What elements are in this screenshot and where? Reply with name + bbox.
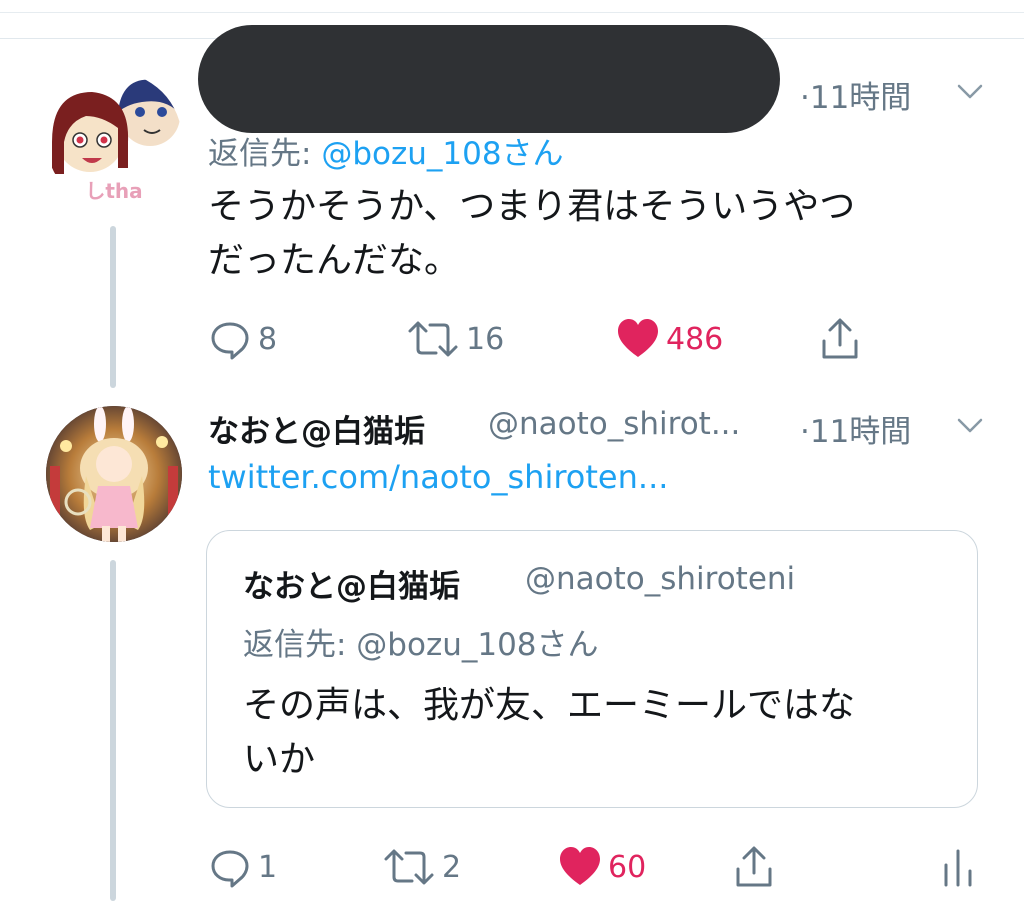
display-name[interactable]: なおと@白猫垢	[208, 406, 425, 451]
tweet-text: そうかそうか、つまり君はそういうやつ だったんだな。	[208, 186, 856, 281]
redacted-name	[198, 25, 780, 133]
thread-line-1	[110, 226, 116, 388]
reply-button[interactable]: 1	[208, 842, 277, 892]
like-count: 486	[666, 321, 724, 357]
reply-icon	[211, 322, 249, 360]
reply-mention-link[interactable]: @bozu_108さん	[321, 136, 563, 172]
twitter-thread: しtha ·11時間 返信先: @bozu_108さん そうかそうか、つまり君は…	[0, 0, 1024, 901]
thread-line-2	[110, 560, 116, 901]
quoted-tweet-card[interactable]: なおと@白猫垢 @naoto_shiroteni 返信先: @bozu_108さ…	[206, 530, 978, 808]
share-icon	[736, 846, 772, 887]
tweet-actions: 8 16 486	[208, 314, 868, 364]
chevron-down-icon[interactable]	[955, 410, 985, 440]
share-button[interactable]	[732, 842, 776, 892]
svg-text:しtha: しtha	[85, 179, 142, 203]
retweet-count: 2	[442, 849, 462, 885]
avatar[interactable]	[46, 406, 182, 542]
timestamp[interactable]: ·11時間	[800, 72, 911, 117]
reply-icon	[211, 850, 249, 888]
reply-count: 1	[258, 849, 278, 885]
chevron-down-icon[interactable]	[955, 76, 985, 106]
retweet-button[interactable]: 2	[382, 842, 461, 892]
quoted-tweet-text: その声は、我が友、エーミールではな いか	[243, 685, 856, 780]
analytics-button[interactable]	[940, 842, 976, 892]
avatar[interactable]: しtha	[46, 72, 182, 208]
reply-to: 返信先: @bozu_108さん	[208, 136, 564, 172]
retweet-icon	[384, 849, 434, 885]
like-icon	[560, 847, 600, 885]
like-count: 60	[608, 849, 647, 885]
quoted-display-name: なおと@白猫垢	[243, 569, 460, 605]
retweet-count: 16	[466, 321, 505, 357]
quoted-reply-to: 返信先: @bozu_108さん	[243, 627, 599, 663]
like-icon	[618, 319, 658, 357]
share-icon	[822, 318, 858, 359]
quoted-handle: @naoto_shiroteni	[525, 561, 796, 597]
reply-button[interactable]: 8	[208, 314, 277, 364]
retweet-icon	[408, 321, 458, 357]
like-button[interactable]: 486	[616, 314, 723, 364]
analytics-icon	[944, 849, 972, 887]
retweet-button[interactable]: 16	[406, 314, 504, 364]
timestamp[interactable]: ·11時間	[800, 406, 911, 451]
tweet-link[interactable]: twitter.com/naoto_shiroten...	[208, 458, 668, 496]
handle[interactable]: @naoto_shirot...	[488, 406, 740, 442]
reply-count: 8	[258, 321, 278, 357]
tweet-actions: 1 2 60	[208, 842, 988, 892]
share-button[interactable]	[818, 314, 862, 364]
like-button[interactable]: 60	[558, 842, 646, 892]
